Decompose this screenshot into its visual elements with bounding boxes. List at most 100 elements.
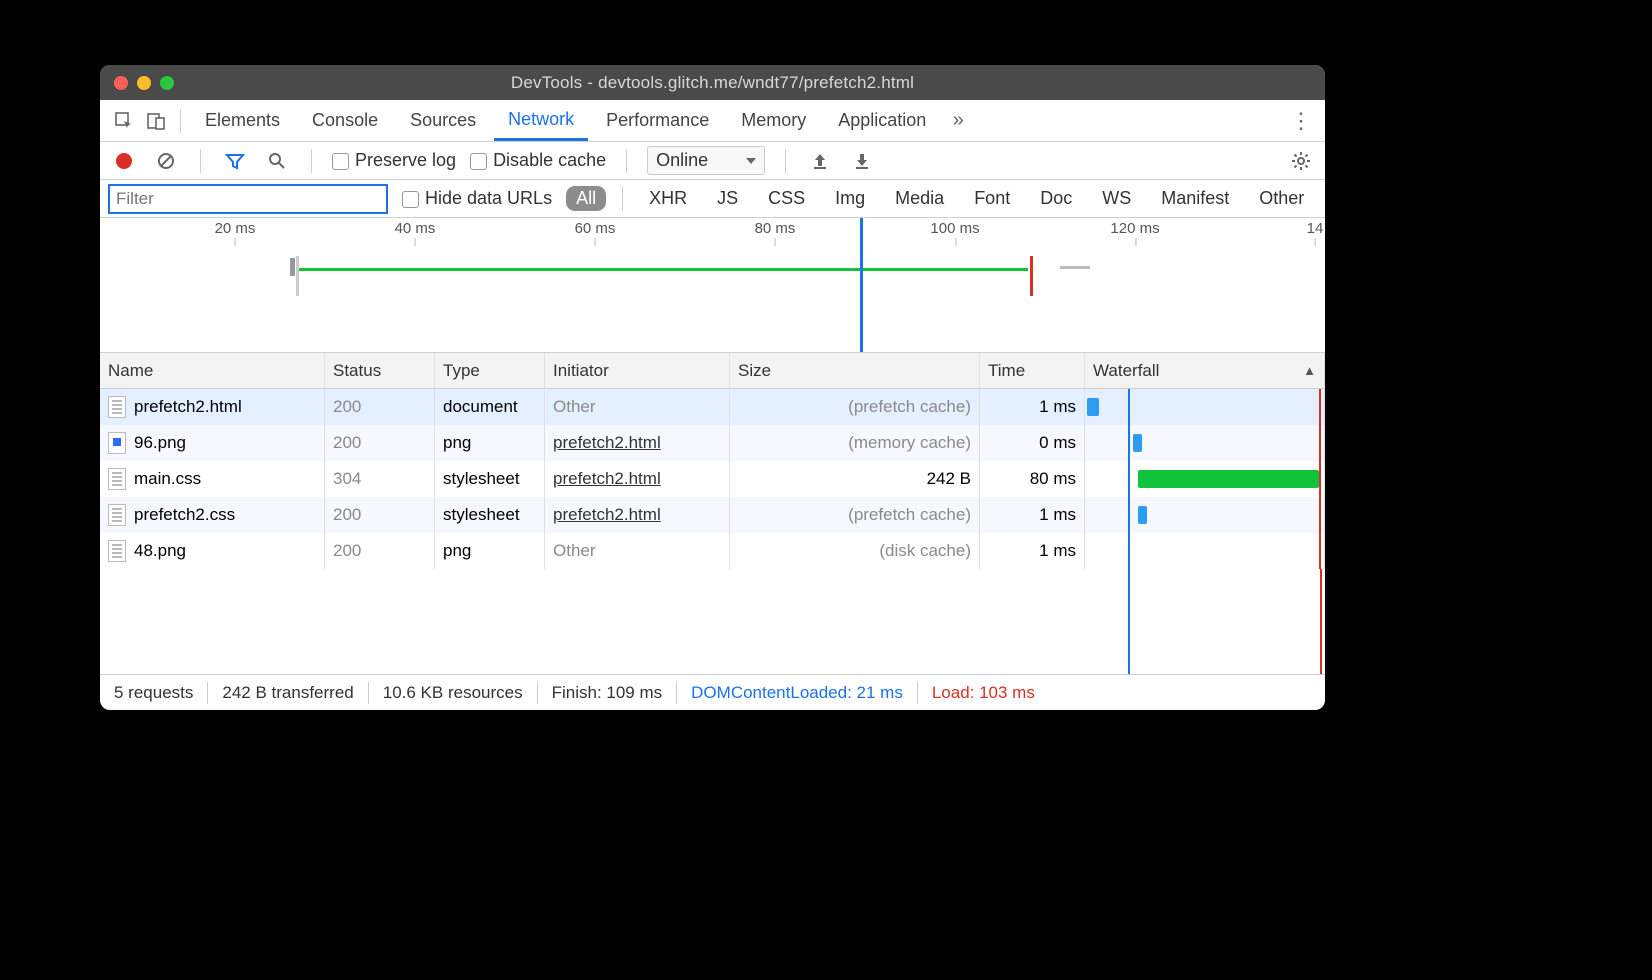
filter-type-doc[interactable]: Doc — [1030, 186, 1082, 211]
filter-type-css[interactable]: CSS — [758, 186, 815, 211]
tab-network[interactable]: Network — [494, 101, 588, 141]
preserve-log-checkbox[interactable]: Preserve log — [332, 150, 456, 171]
waterfall-load-line — [1319, 389, 1321, 425]
divider — [785, 149, 786, 173]
col-name[interactable]: Name — [100, 353, 325, 388]
overview-tail-bar — [1060, 266, 1090, 269]
cell-name: main.css — [100, 461, 325, 497]
cell-time: 1 ms — [980, 389, 1085, 425]
cell-name: 48.png — [100, 533, 325, 569]
overview-timeline[interactable]: 20 ms40 ms60 ms80 ms100 ms120 ms14 — [100, 218, 1325, 353]
col-time[interactable]: Time — [980, 353, 1085, 388]
col-initiator[interactable]: Initiator — [545, 353, 730, 388]
cell-initiator[interactable]: prefetch2.html — [545, 497, 730, 533]
request-row[interactable]: 48.png200pngOther(disk cache)1 ms — [100, 533, 1325, 569]
waterfall-bar — [1138, 470, 1320, 488]
filter-type-img[interactable]: Img — [825, 186, 875, 211]
search-icon[interactable] — [263, 147, 291, 175]
cell-size: (prefetch cache) — [730, 389, 980, 425]
filter-type-font[interactable]: Font — [964, 186, 1020, 211]
record-button[interactable] — [110, 147, 138, 175]
upload-har-icon[interactable] — [806, 147, 834, 175]
overview-activity-bar — [298, 268, 1028, 271]
request-row[interactable]: 96.png200pngprefetch2.html(memory cache)… — [100, 425, 1325, 461]
window-title: DevTools - devtools.glitch.me/wndt77/pre… — [100, 73, 1325, 93]
status-footer: 5 requests 242 B transferred 10.6 KB res… — [100, 674, 1325, 710]
request-rows: prefetch2.html200documentOther(prefetch … — [100, 389, 1325, 674]
divider — [180, 109, 181, 133]
preserve-log-label: Preserve log — [355, 150, 456, 170]
filter-type-other[interactable]: Other — [1249, 186, 1314, 211]
throttling-value: Online — [656, 150, 708, 171]
cell-waterfall — [1085, 533, 1325, 569]
footer-finish: Finish: 109 ms — [552, 683, 663, 703]
download-har-icon[interactable] — [848, 147, 876, 175]
filter-type-ws[interactable]: WS — [1092, 186, 1141, 211]
overview-load-line — [1030, 256, 1033, 296]
titlebar: DevTools - devtools.glitch.me/wndt77/pre… — [100, 65, 1325, 100]
filter-type-media[interactable]: Media — [885, 186, 954, 211]
waterfall-dcl-line — [1128, 425, 1130, 461]
cell-initiator: Other — [545, 389, 730, 425]
table-header: Name Status Type Initiator Size Time Wat… — [100, 353, 1325, 389]
hide-data-urls-checkbox[interactable]: Hide data URLs — [402, 188, 552, 209]
cell-status: 304 — [325, 461, 435, 497]
overview-handle[interactable] — [290, 258, 295, 276]
overview-tick: 20 ms — [215, 220, 256, 237]
filter-input[interactable] — [108, 184, 388, 214]
overview-tick: 14 — [1307, 220, 1324, 237]
filter-type-xhr[interactable]: XHR — [639, 186, 697, 211]
waterfall-load-line — [1319, 461, 1321, 497]
col-type[interactable]: Type — [435, 353, 545, 388]
kebab-menu-icon[interactable]: ⋮ — [1287, 107, 1315, 135]
disable-cache-checkbox[interactable]: Disable cache — [470, 150, 606, 171]
file-icon — [108, 396, 126, 418]
cell-type: stylesheet — [435, 497, 545, 533]
divider — [200, 149, 201, 173]
cell-type: png — [435, 533, 545, 569]
cell-type: png — [435, 425, 545, 461]
waterfall-load-line — [1319, 425, 1321, 461]
col-size[interactable]: Size — [730, 353, 980, 388]
cell-waterfall — [1085, 425, 1325, 461]
clear-button[interactable] — [152, 147, 180, 175]
file-icon — [108, 540, 126, 562]
divider — [622, 187, 623, 211]
filter-toggle-icon[interactable] — [221, 147, 249, 175]
request-row[interactable]: prefetch2.css200stylesheetprefetch2.html… — [100, 497, 1325, 533]
cell-type: stylesheet — [435, 461, 545, 497]
tab-sources[interactable]: Sources — [396, 102, 490, 139]
throttling-select[interactable]: Online — [647, 146, 765, 175]
tab-console[interactable]: Console — [298, 102, 392, 139]
cell-waterfall — [1085, 461, 1325, 497]
cell-initiator[interactable]: prefetch2.html — [545, 461, 730, 497]
filter-type-all[interactable]: All — [566, 186, 606, 211]
settings-gear-icon[interactable] — [1287, 147, 1315, 175]
request-row[interactable]: main.css304stylesheetprefetch2.html242 B… — [100, 461, 1325, 497]
inspect-element-icon[interactable] — [110, 107, 138, 135]
cell-initiator[interactable]: prefetch2.html — [545, 425, 730, 461]
filter-bar: Hide data URLs All XHR JS CSS Img Media Font Do… — [100, 180, 1325, 218]
cell-size: (prefetch cache) — [730, 497, 980, 533]
col-waterfall[interactable]: Waterfall▲ — [1085, 353, 1325, 388]
cell-time: 80 ms — [980, 461, 1085, 497]
waterfall-dcl-line — [1128, 389, 1130, 425]
devtools-window: DevTools - devtools.glitch.me/wndt77/pre… — [100, 65, 1325, 710]
cell-size: 242 B — [730, 461, 980, 497]
filter-type-js[interactable]: JS — [707, 186, 748, 211]
request-row[interactable]: prefetch2.html200documentOther(prefetch … — [100, 389, 1325, 425]
waterfall-dcl-line — [1128, 461, 1130, 497]
cell-name: prefetch2.html — [100, 389, 325, 425]
tab-elements[interactable]: Elements — [191, 102, 294, 139]
file-icon — [108, 432, 126, 454]
tab-performance[interactable]: Performance — [592, 102, 723, 139]
more-tabs-icon[interactable]: » — [944, 107, 972, 135]
filter-type-manifest[interactable]: Manifest — [1151, 186, 1239, 211]
waterfall-load-line — [1319, 497, 1321, 533]
cell-time: 0 ms — [980, 425, 1085, 461]
tab-application[interactable]: Application — [824, 102, 940, 139]
col-status[interactable]: Status — [325, 353, 435, 388]
footer-requests: 5 requests — [114, 683, 193, 703]
tab-memory[interactable]: Memory — [727, 102, 820, 139]
device-toolbar-icon[interactable] — [142, 107, 170, 135]
